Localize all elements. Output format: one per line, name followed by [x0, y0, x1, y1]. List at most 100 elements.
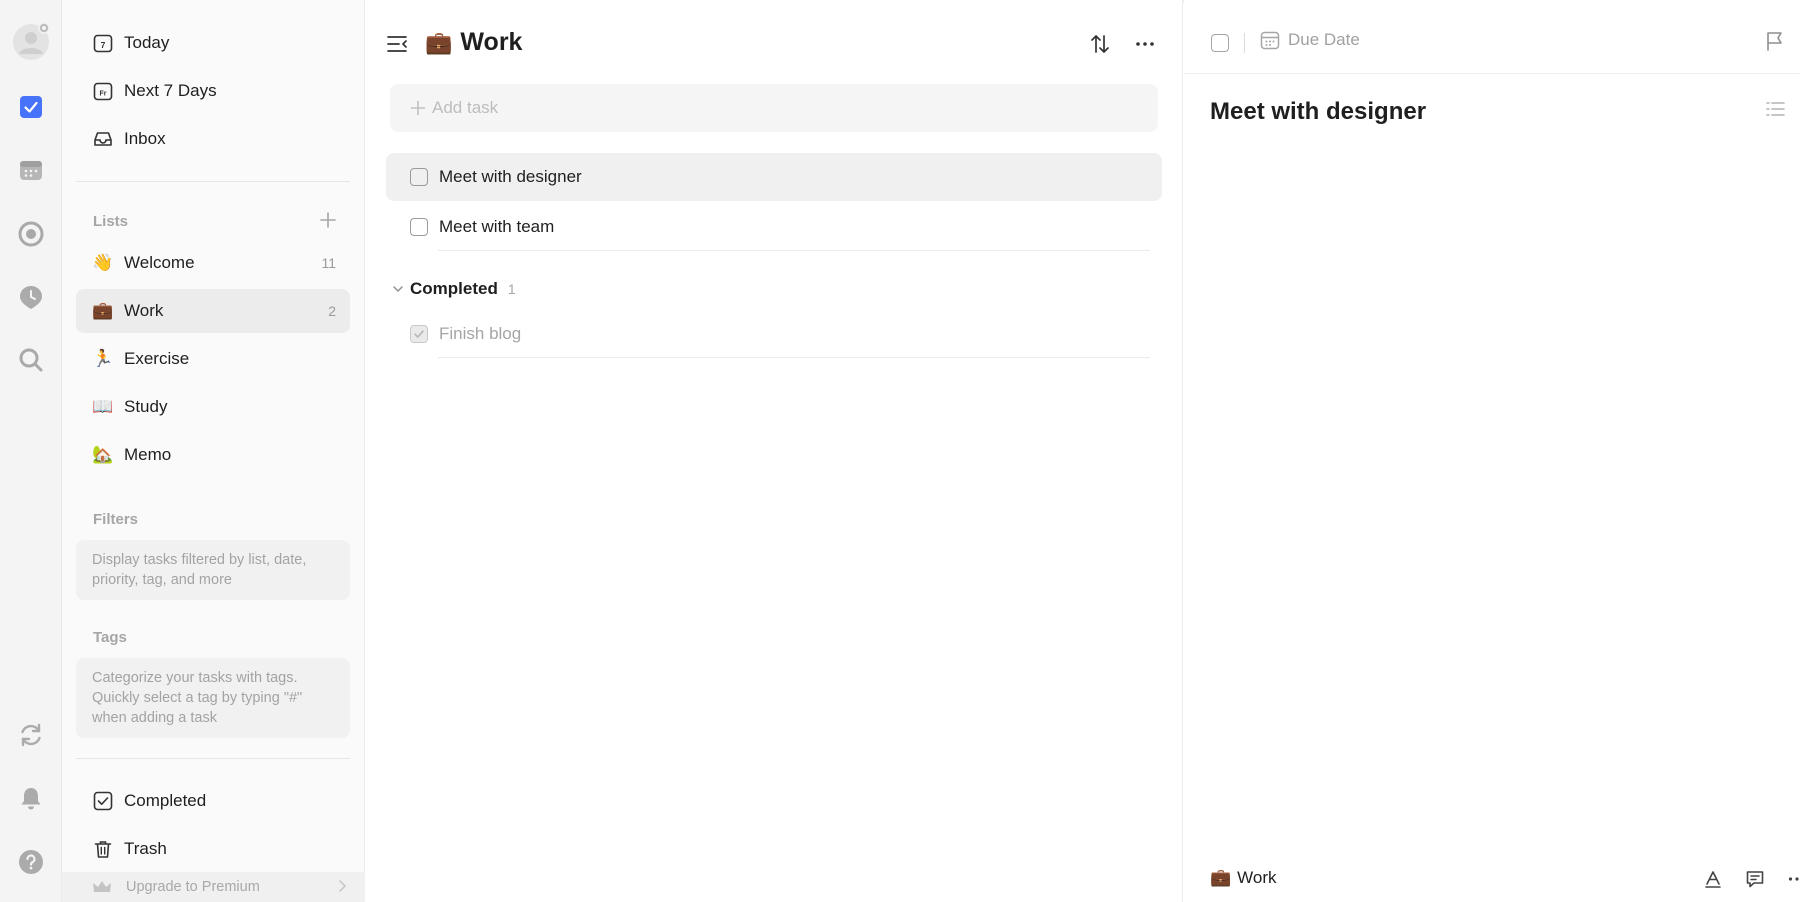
sidebar-item-label: Work — [124, 301, 164, 320]
svg-text:7: 7 — [101, 40, 106, 50]
upgrade-premium-button[interactable]: Upgrade to Premium — [62, 872, 365, 902]
rail-sync-button[interactable] — [11, 715, 51, 755]
task-title: Meet with team — [439, 217, 555, 236]
tags-section-label: Tags — [93, 629, 127, 646]
list-emoji: 💼 — [92, 301, 114, 320]
sidebar-item-label: Today — [124, 33, 170, 52]
list-emoji: 🏃 — [92, 349, 114, 368]
due-date-button[interactable]: Due Date — [1260, 30, 1360, 50]
avatar[interactable] — [11, 22, 51, 62]
detail-more-button[interactable] — [1784, 866, 1800, 892]
rail-notifications-button[interactable] — [11, 778, 51, 818]
detail-task-title[interactable]: Meet with designer — [1210, 98, 1426, 126]
add-task-input[interactable] — [432, 98, 1132, 118]
completed-section-toggle[interactable]: Completed 1 — [392, 276, 516, 302]
sidebar-item-completed[interactable]: Completed — [76, 779, 350, 823]
sidebar-list-memo[interactable]: 🏡 Memo — [76, 433, 350, 477]
sidebar-divider — [76, 181, 350, 182]
trash-icon — [92, 838, 114, 860]
avatar-icon — [13, 22, 50, 60]
sidebar-list-study[interactable]: 📖 Study — [76, 385, 350, 429]
task-list-panel: 💼 Work Meet with designer Meet with team… — [365, 0, 1183, 902]
sidebar-list-welcome[interactable]: 👋 Welcome 11 — [76, 241, 350, 285]
list-emoji: 📖 — [92, 397, 114, 416]
list-count: 2 — [328, 303, 336, 319]
sidebar-item-label: Welcome — [124, 253, 195, 272]
completed-task-row[interactable]: Finish blog — [386, 310, 1162, 358]
sidebar-item-label: Completed — [124, 791, 207, 810]
sidebar-item-label: Study — [124, 397, 168, 416]
sidebar-item-next-7-days[interactable]: Fr Next 7 Days — [76, 69, 350, 113]
filters-section-label: Filters — [93, 511, 139, 528]
task-title: Finish blog — [439, 324, 522, 343]
list-header: 💼 Work — [365, 20, 1183, 66]
completed-section-label: Completed — [410, 279, 498, 298]
checkbox-checked-icon — [20, 96, 42, 118]
rail-habit-button[interactable] — [11, 277, 51, 317]
sidebar-item-inbox[interactable]: Inbox — [76, 117, 350, 161]
rail-tasks-button[interactable] — [11, 87, 51, 127]
sidebar-divider — [76, 758, 350, 759]
list-emoji: 🏡 — [92, 445, 114, 464]
task-checkbox-checked[interactable] — [410, 325, 428, 343]
task-row[interactable]: Meet with designer — [386, 153, 1162, 201]
filters-hint[interactable]: Display tasks filtered by list, date, pr… — [76, 540, 350, 600]
page-title-text: Work — [460, 28, 523, 56]
calendar-icon — [1260, 31, 1280, 50]
detail-task-checkbox[interactable] — [1211, 34, 1229, 52]
chevron-right-icon — [337, 879, 347, 893]
sidebar-list-work[interactable]: 💼 Work 2 — [76, 289, 350, 333]
rail-focus-button[interactable] — [11, 214, 51, 254]
sidebar-list-exercise[interactable]: 🏃 Exercise — [76, 337, 350, 381]
subtask-toggle-button[interactable] — [1764, 98, 1786, 120]
comment-button[interactable] — [1742, 866, 1768, 892]
more-horizontal-icon — [1136, 42, 1154, 46]
detail-toolbar: Due Date — [1184, 0, 1800, 74]
task-checkbox[interactable] — [410, 218, 428, 236]
sync-icon — [21, 723, 41, 747]
task-checkbox[interactable] — [410, 168, 428, 186]
sort-icon — [1091, 35, 1109, 53]
tags-hint[interactable]: Categorize your tasks with tags. Quickly… — [76, 658, 350, 738]
row-divider — [438, 357, 1150, 358]
task-detail-panel: Due Date Meet with designer 💼 Work — [1184, 0, 1800, 902]
help-icon — [19, 850, 43, 874]
row-divider — [438, 250, 1150, 251]
add-list-button[interactable] — [318, 210, 338, 230]
rail-search-button[interactable] — [11, 340, 51, 380]
toolbar-separator — [1244, 33, 1245, 53]
rail-calendar-button[interactable] — [11, 150, 51, 190]
task-list-selector[interactable]: 💼 Work — [1210, 868, 1277, 888]
text-format-button[interactable] — [1700, 866, 1726, 892]
priority-flag-button[interactable] — [1764, 30, 1786, 52]
add-task-bar[interactable] — [390, 84, 1158, 132]
clock-pin-icon — [20, 286, 42, 309]
list-name: Work — [1237, 868, 1277, 887]
due-date-label: Due Date — [1288, 30, 1360, 49]
svg-text:Fr: Fr — [100, 91, 107, 98]
focus-target-icon — [18, 221, 44, 247]
list-emoji: 💼 — [1210, 868, 1232, 887]
collapse-sidebar-icon — [387, 36, 407, 52]
sort-button[interactable] — [1084, 28, 1116, 60]
sidebar-item-label: Exercise — [124, 349, 190, 368]
sidebar-item-trash[interactable]: Trash — [76, 827, 350, 871]
more-horizontal-icon — [1788, 877, 1799, 881]
calendar-week-icon: Fr — [92, 80, 114, 102]
bell-icon — [21, 788, 41, 810]
sidebar-item-label: Inbox — [124, 129, 166, 148]
lists-section-label: Lists — [93, 213, 129, 230]
task-row[interactable]: Meet with team — [386, 203, 1162, 251]
app-rail — [0, 0, 62, 902]
task-title: Meet with designer — [439, 167, 582, 186]
toggle-sidebar-button[interactable] — [381, 28, 413, 60]
check-icon — [414, 330, 424, 338]
title-emoji: 💼 — [425, 29, 453, 55]
search-icon — [19, 348, 43, 372]
detail-footer: 💼 Work — [1210, 864, 1799, 892]
plus-icon — [320, 212, 336, 228]
rail-help-button[interactable] — [11, 842, 51, 882]
more-options-button[interactable] — [1129, 28, 1161, 60]
sidebar-item-today[interactable]: 7 Today — [76, 21, 350, 65]
text-format-icon — [1705, 871, 1721, 888]
